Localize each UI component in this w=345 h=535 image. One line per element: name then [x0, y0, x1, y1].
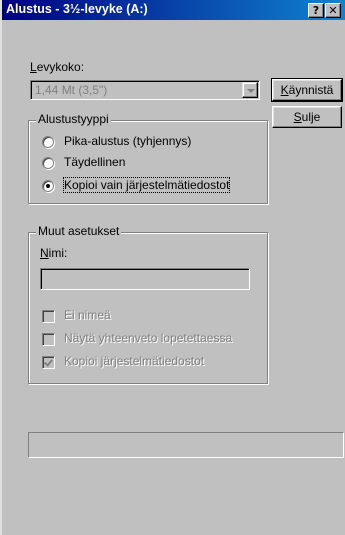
progress-bar — [28, 432, 344, 458]
radio-full-format-label[interactable]: Täydellinen — [64, 155, 125, 169]
capacity-label-rest: evykoko: — [36, 60, 85, 74]
radio-copy-system-files[interactable] — [42, 180, 54, 192]
chevron-down-icon[interactable] — [242, 82, 258, 98]
format-type-legend: Alustustyyppi — [36, 112, 111, 126]
capacity-label: Levykoko: — [30, 60, 85, 74]
capacity-value: 1,44 Mt (3,5") — [35, 83, 108, 97]
title-bar[interactable]: Alustus - 3½-levyke (A:) ? ✕ — [2, 0, 345, 20]
close-window-button[interactable]: ✕ — [325, 3, 341, 18]
checkbox-no-label-text[interactable]: Ei nimeä — [64, 308, 111, 322]
start-button[interactable]: Käynnistä — [271, 78, 343, 102]
name-input[interactable] — [40, 268, 250, 290]
start-button-rest: äynnistä — [288, 83, 334, 97]
format-dialog: Alustus - 3½-levyke (A:) ? ✕ Levykoko: 1… — [0, 0, 345, 535]
radio-full-format[interactable] — [42, 157, 54, 169]
window-title: Alustus - 3½-levyke (A:) — [6, 2, 148, 16]
checkbox-copy-system-files[interactable] — [42, 356, 55, 369]
close-button-rest: ulje — [301, 110, 321, 124]
checkbox-no-label[interactable] — [42, 310, 55, 323]
radio-quick-format[interactable] — [42, 136, 54, 148]
radio-quick-format-label[interactable]: Pika-alustus (tyhjennys) — [64, 134, 191, 148]
checkbox-show-summary[interactable] — [42, 333, 55, 346]
checkbox-show-summary-text[interactable]: Näytä yhteenveto lopetettaessa — [64, 331, 232, 345]
close-button[interactable]: Sulje — [272, 106, 342, 128]
radio-copy-system-files-label[interactable]: Kopioi vain järjestelmätiedostot — [62, 177, 231, 193]
name-label: Nimi: — [40, 246, 68, 260]
checkbox-copy-system-files-text[interactable]: Kopioi järjestelmätiedostot — [64, 354, 204, 368]
help-button[interactable]: ? — [308, 3, 324, 18]
capacity-combobox[interactable]: 1,44 Mt (3,5") — [30, 80, 260, 100]
other-settings-legend: Muut asetukset — [36, 224, 122, 238]
name-label-rest: imi: — [48, 246, 68, 260]
